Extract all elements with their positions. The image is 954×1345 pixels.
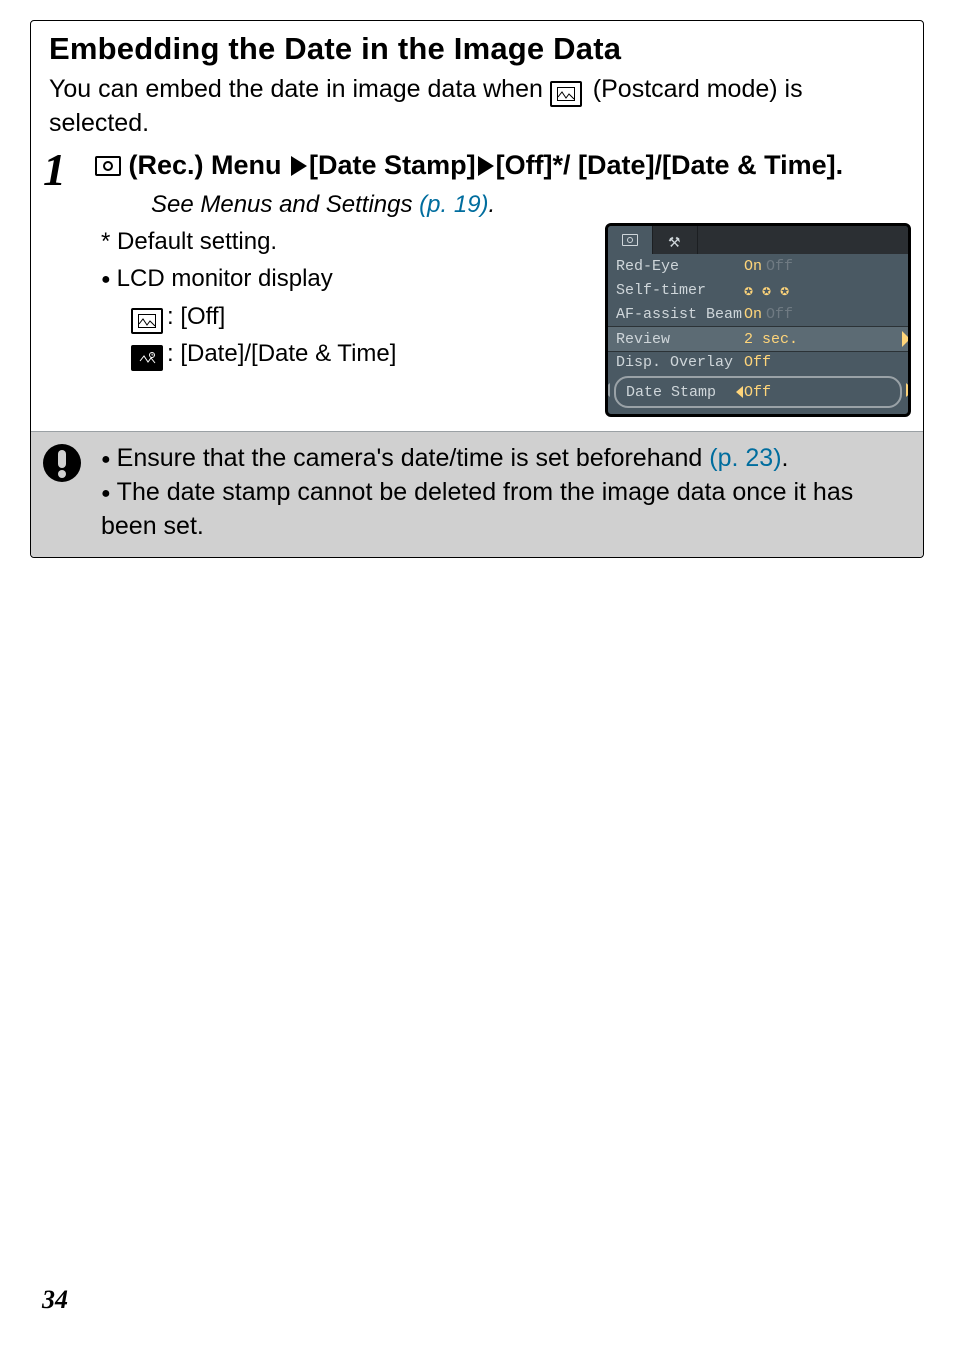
menu-row-self-timer: Self-timer✪ ✪ ✪ <box>608 278 908 302</box>
camera-menu-screenshot: Red-EyeOnOff Self-timer✪ ✪ ✪ AF-assist B… <box>605 223 911 417</box>
menu-tab-rec <box>608 226 653 254</box>
caution-icon <box>41 442 87 543</box>
menu-row-af-assist: AF-assist BeamOnOff <box>608 302 908 326</box>
menu-row-red-eye: Red-EyeOnOff <box>608 254 908 278</box>
section-title: Embedding the Date in the Image Data <box>49 31 905 67</box>
postcard-icon <box>550 81 582 107</box>
menu-row-date-stamp: Date StampOff <box>614 376 902 408</box>
menu-row-review: Review2 sec. <box>608 326 908 352</box>
tools-tab-icon <box>668 235 682 245</box>
left-arrow-icon <box>736 386 743 398</box>
step-number: 1 <box>35 147 95 417</box>
section-intro: You can embed the date in image data whe… <box>49 73 905 141</box>
arrow-right-icon <box>478 156 494 176</box>
menu-tab-setup <box>653 226 698 254</box>
camera-icon <box>95 156 121 176</box>
page-link-19[interactable]: (p. 19) <box>419 191 488 218</box>
display-date-line: : [Date]/[Date & Time] <box>131 335 587 372</box>
notice-cannot-delete: The date stamp cannot be deleted from th… <box>101 476 909 544</box>
default-setting-note: * Default setting. <box>101 223 587 260</box>
menu-row-disp-overlay: Disp. OverlayOff <box>608 352 908 372</box>
self-timer-icons: ✪ ✪ ✪ <box>744 281 789 300</box>
see-reference: See Menus and Settings (p. 19). <box>151 191 911 219</box>
page-link-23[interactable]: (p. 23) <box>709 444 781 472</box>
camera-tab-icon <box>622 234 638 246</box>
step-instruction: (Rec.) Menu [Date Stamp][Off]*/ [Date]/[… <box>95 147 911 183</box>
display-off-line: : [Off] <box>131 298 587 335</box>
postcard-off-icon <box>131 308 163 334</box>
lcd-display-heading: LCD monitor display <box>101 260 587 297</box>
notice-datetime: Ensure that the camera's date/time is se… <box>101 442 909 476</box>
postcard-date-icon <box>131 345 163 371</box>
arrow-right-icon <box>291 156 307 176</box>
page-number: 34 <box>42 1285 68 1315</box>
